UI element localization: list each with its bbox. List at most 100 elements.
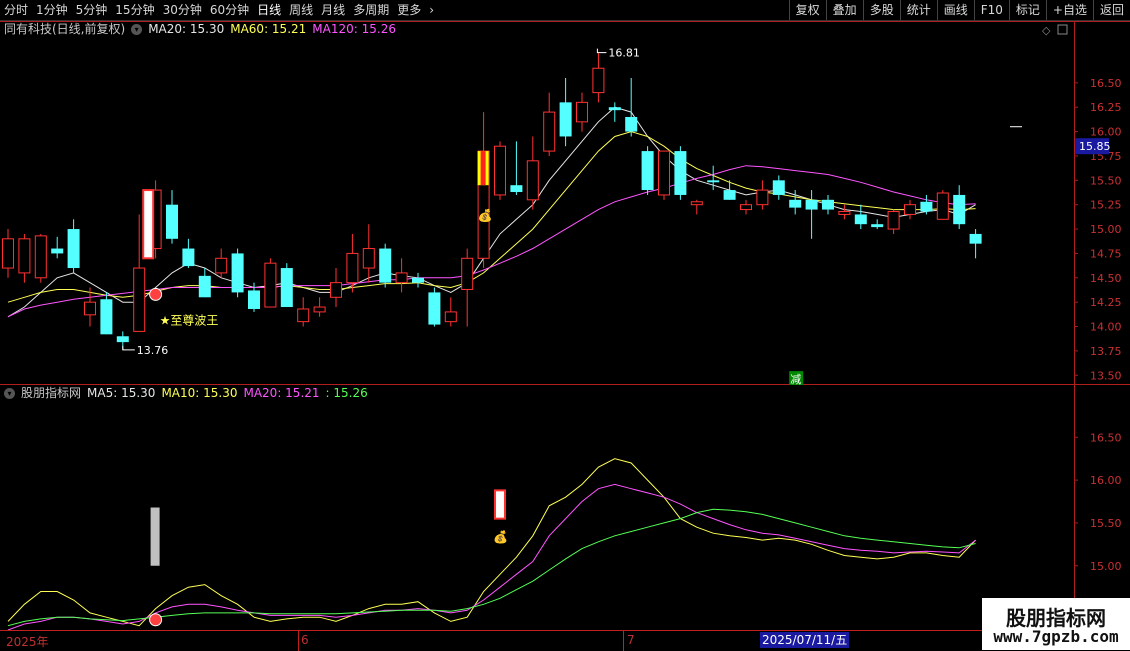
extra-readout: : 15.26 xyxy=(325,386,368,400)
period-tab-10[interactable]: 更多 xyxy=(393,0,425,20)
candle-body-up xyxy=(330,282,342,298)
date-cursor: 2025/07/11/五 xyxy=(760,632,850,648)
candle-body-down xyxy=(280,268,293,308)
candle-body-down xyxy=(166,204,178,239)
y-tick-label: 14.75 xyxy=(1090,247,1122,260)
ind-signal-bar-white xyxy=(494,489,506,520)
candle-body-down xyxy=(969,233,982,244)
period-tab-3[interactable]: 15分钟 xyxy=(111,0,158,20)
y-tick-label: 14.50 xyxy=(1090,272,1122,285)
ma60-readout: MA60: 15.21 xyxy=(230,22,307,36)
candle-body-up xyxy=(592,67,605,94)
candle-body-down xyxy=(805,199,818,210)
indicator-header: ▾ 股朋指标网 MA5: 15.30 MA10: 15.30 MA20: 15.… xyxy=(4,385,368,401)
ind-y-tick-label: 16.50 xyxy=(1090,431,1122,444)
candle-body-down xyxy=(116,336,129,343)
toolbar-button-1[interactable]: 叠加 xyxy=(825,0,863,20)
period-tab-9[interactable]: 多周期 xyxy=(349,0,393,20)
toolbar-button-3[interactable]: 统计 xyxy=(899,0,937,20)
period-tab-1[interactable]: 1分钟 xyxy=(32,0,72,20)
candle-body-up xyxy=(362,248,375,269)
month-separator xyxy=(623,631,624,651)
candle-body-up xyxy=(838,211,851,215)
date-axis: 2025年 6 7 2025/07/11/五 xyxy=(0,630,1074,651)
ind-ball-icon xyxy=(149,613,163,627)
y-tick-label: 13.50 xyxy=(1090,369,1122,382)
chevron-down-icon[interactable]: ▾ xyxy=(4,387,15,399)
ind-money-bag-icon: 💰 xyxy=(493,530,508,544)
window-icon xyxy=(1057,24,1068,35)
candle-body-up xyxy=(756,189,769,206)
low-marker xyxy=(122,345,135,351)
candle-body-down xyxy=(854,214,867,225)
candle-body-down xyxy=(100,299,113,335)
indicator-title: 股朋指标网 xyxy=(21,386,82,400)
date-label-july: 7 xyxy=(627,633,635,647)
y-tick-label: 13.75 xyxy=(1090,345,1122,358)
candle-body-up xyxy=(2,238,14,269)
period-tab-2[interactable]: 5分钟 xyxy=(72,0,112,20)
candle-body-up xyxy=(576,101,588,123)
candle-body-up xyxy=(543,111,556,152)
candle-body-down xyxy=(723,190,736,200)
indicator-chart[interactable]: 14.5015.0015.5016.0016.50💰 xyxy=(0,385,1130,630)
toolbar-button-6[interactable]: 标记 xyxy=(1008,0,1046,20)
period-tab-4[interactable]: 30分钟 xyxy=(159,0,206,20)
candle-body-down xyxy=(559,102,572,137)
candle-body-up xyxy=(690,201,703,206)
period-tab-7[interactable]: 周线 xyxy=(285,0,317,20)
toolbar-button-4[interactable]: 画线 xyxy=(936,0,974,20)
candle-body-down xyxy=(248,290,260,309)
candle-body-down xyxy=(231,253,244,293)
candle-body-down xyxy=(182,248,195,267)
candle-body-down xyxy=(822,199,834,210)
chevron-down-icon[interactable]: ▾ xyxy=(131,23,143,35)
chart-title: 同有科技(日线,前复权) xyxy=(4,22,126,36)
toolbar-button-0[interactable]: 复权 xyxy=(788,0,826,20)
y-tick-label: 14.25 xyxy=(1090,296,1122,309)
watermark: 股朋指标网 www.7gpzb.com xyxy=(982,598,1130,650)
y-tick-label: 16.25 xyxy=(1090,101,1122,114)
candle-body-down xyxy=(510,185,523,193)
watermark-url: www.7gpzb.com xyxy=(993,627,1119,646)
candle-body-down xyxy=(625,116,638,132)
period-tab-6[interactable]: 日线 xyxy=(253,0,285,20)
toolbar-button-8[interactable]: 返回 xyxy=(1092,0,1130,20)
candle-body-up xyxy=(461,257,474,290)
signal-bar-white xyxy=(142,189,155,260)
candle-body-down xyxy=(412,277,424,283)
reduce-label: 减 xyxy=(790,373,801,385)
candle-body-up xyxy=(84,301,96,316)
ind-signal-bar-grey xyxy=(150,507,160,566)
main-chart-header: 同有科技(日线,前复权) ▾ MA20: 15.30 MA60: 15.21 M… xyxy=(4,21,396,37)
candle-body-down xyxy=(707,180,720,183)
candle-body-up xyxy=(444,311,457,323)
candle-body-down xyxy=(871,224,884,228)
candle-body-down xyxy=(198,275,211,298)
candle-body-down xyxy=(379,248,392,283)
ma120-readout: MA120: 15.26 xyxy=(312,22,396,36)
diamond-icon: ◇ xyxy=(1042,24,1051,37)
signal-bar-red xyxy=(480,151,486,186)
candle-body-down xyxy=(920,201,933,212)
ma20-readout: MA20: 15.30 xyxy=(148,22,225,36)
period-tab-8[interactable]: 月线 xyxy=(317,0,349,20)
toolbar-button-2[interactable]: 多股 xyxy=(862,0,900,20)
toolbar-button-7[interactable]: +自选 xyxy=(1045,0,1093,20)
y-tick-label: 15.50 xyxy=(1090,174,1122,187)
candle-body-down xyxy=(772,180,785,195)
chevron-right-icon[interactable]: › xyxy=(425,0,438,20)
candlestick-chart[interactable]: 13.50 13.75 14.00 14.25 14.50 14.75 15.00 15.25… xyxy=(0,21,1130,385)
candle-body-down xyxy=(67,229,80,269)
ind-y-tick-label: 15.00 xyxy=(1090,560,1122,573)
toolbar-button-5[interactable]: F10 xyxy=(973,0,1009,20)
period-tab-5[interactable]: 60分钟 xyxy=(206,0,253,20)
candle-body-up xyxy=(313,306,326,313)
ma5-readout: MA5: 15.30 xyxy=(87,386,156,400)
period-tab-0[interactable]: 分时 xyxy=(0,0,32,20)
ind-ma20-readout: MA20: 15.21 xyxy=(243,386,320,400)
candle-body-down xyxy=(674,151,687,195)
candle-body-up xyxy=(215,257,228,274)
y-tick-label: 16.00 xyxy=(1090,126,1122,139)
candle-body-up xyxy=(395,272,408,284)
